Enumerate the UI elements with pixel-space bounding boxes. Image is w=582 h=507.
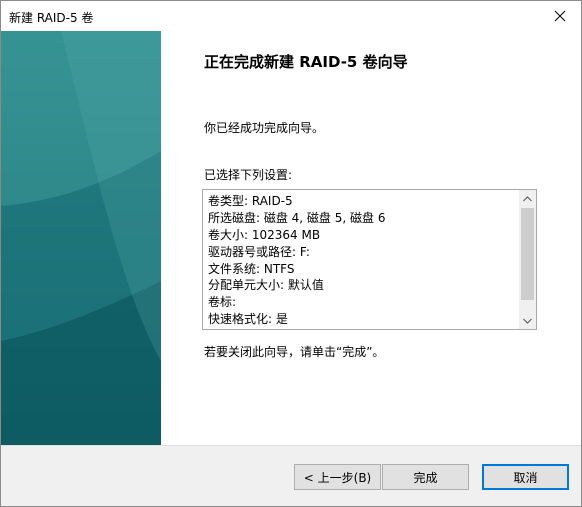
scroll-thumb[interactable]	[521, 208, 534, 300]
back-button[interactable]: < 上一步(B)	[294, 464, 381, 490]
cancel-button[interactable]: 取消	[482, 464, 569, 490]
setting-quick-format: 快速格式化: 是	[208, 312, 288, 327]
close-hint: 若要关闭此向导，请单击“完成”。	[204, 345, 385, 359]
settings-summary-box[interactable]: 卷类型: RAID-5 所选磁盘: 磁盘 4, 磁盘 5, 磁盘 6 卷大小: …	[202, 189, 537, 330]
vertical-scrollbar[interactable]	[519, 190, 536, 329]
button-bar: < 上一步(B) 完成 取消	[1, 445, 581, 506]
scroll-up-button[interactable]	[519, 190, 536, 207]
title-bar: 新建 RAID-5 卷	[1, 1, 581, 31]
close-button[interactable]	[539, 1, 581, 31]
close-icon	[554, 10, 566, 22]
page-title: 正在完成新建 RAID-5 卷向导	[204, 53, 408, 71]
setting-volume-size: 卷大小: 102364 MB	[208, 227, 321, 242]
setting-drive-letter: 驱动器号或路径: F:	[208, 244, 310, 259]
window-title: 新建 RAID-5 卷	[9, 11, 94, 25]
wizard-content: 正在完成新建 RAID-5 卷向导 你已经成功完成向导。 已选择下列设置: 卷类…	[161, 31, 581, 445]
chevron-down-icon	[523, 318, 532, 324]
scroll-down-button[interactable]	[519, 312, 536, 329]
chevron-up-icon	[523, 195, 532, 201]
setting-allocation-unit: 分配单元大小: 默认值	[208, 278, 324, 293]
settings-list: 卷类型: RAID-5 所选磁盘: 磁盘 4, 磁盘 5, 磁盘 6 卷大小: …	[208, 193, 518, 328]
setting-volume-label: 卷标:	[208, 295, 237, 310]
finish-button[interactable]: 完成	[382, 464, 469, 490]
setting-file-system: 文件系统: NTFS	[208, 261, 295, 276]
setting-selected-disks: 所选磁盘: 磁盘 4, 磁盘 5, 磁盘 6	[208, 210, 386, 225]
success-message: 你已经成功完成向导。	[204, 121, 325, 135]
setting-volume-type: 卷类型: RAID-5	[208, 194, 293, 208]
wizard-window: 新建 RAID-5 卷 正在完成新建 RAID-5 卷向导 你已经成功完成向导。…	[0, 0, 582, 507]
wizard-banner-image	[1, 31, 161, 445]
settings-label: 已选择下列设置:	[204, 168, 293, 182]
